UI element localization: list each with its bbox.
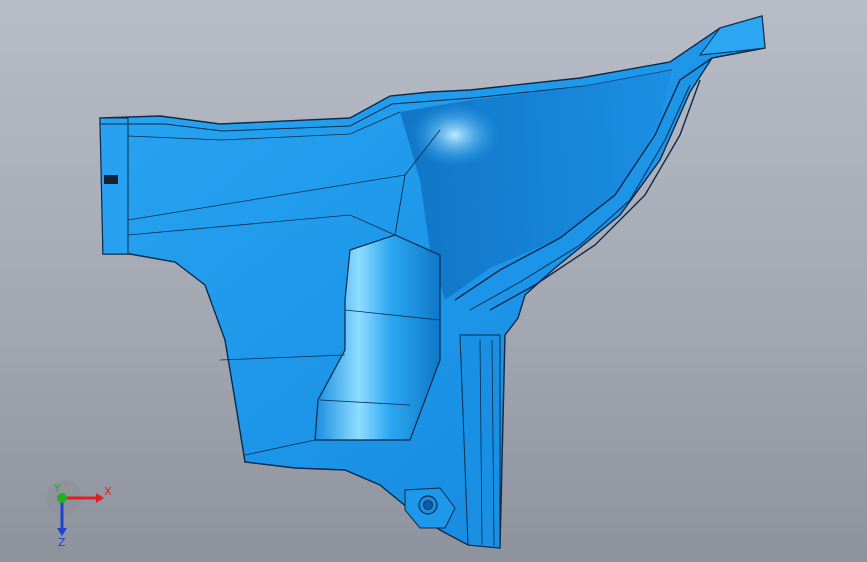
x-axis-head [96, 493, 104, 503]
left-flange [99, 117, 129, 255]
bowl-highlight [410, 103, 500, 167]
y-axis-label: Y [53, 482, 61, 495]
graphics-viewport[interactable]: X Y Z [0, 0, 867, 562]
mount-hole-inner [423, 500, 433, 510]
part-model[interactable] [0, 0, 867, 562]
x-axis-label: X [104, 485, 112, 498]
z-axis-label: Z [58, 536, 66, 549]
flange-slot [104, 175, 118, 184]
z-axis-head [57, 528, 67, 536]
orientation-triad: X Y Z [46, 480, 112, 549]
